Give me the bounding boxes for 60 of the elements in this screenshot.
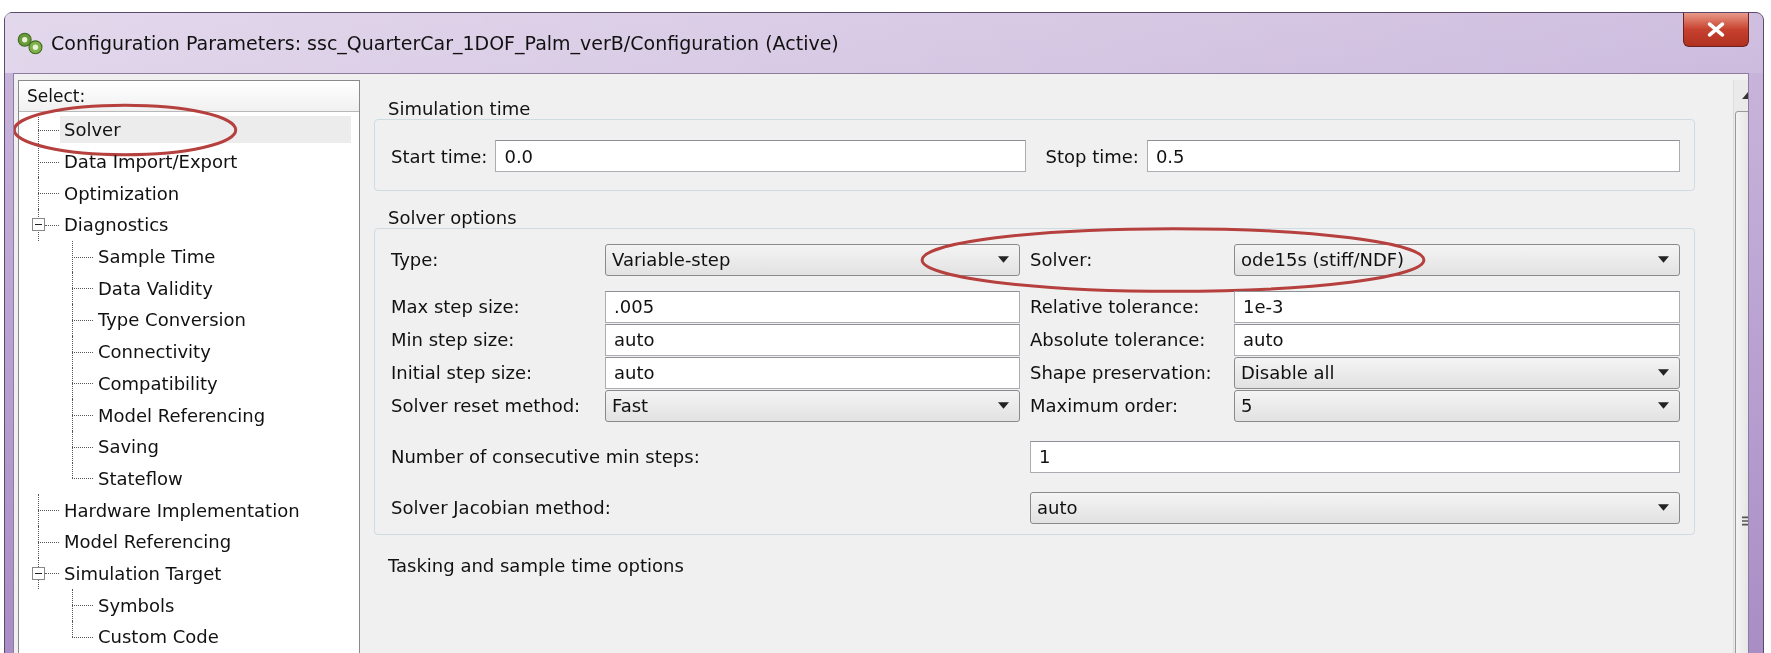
group-title: Solver options <box>387 206 518 230</box>
field-label: Type: <box>390 249 440 270</box>
gears-icon <box>15 30 43 56</box>
field-label: Absolute tolerance: <box>1029 329 1207 350</box>
dropdown[interactable]: Fast <box>605 389 1020 422</box>
input-field[interactable]: auto <box>605 356 1020 389</box>
field-label: Relative tolerance: <box>1029 296 1201 317</box>
group-title: Simulation time <box>387 97 532 121</box>
caret-icon <box>1658 256 1669 263</box>
field-label: Initial step size: <box>390 362 534 383</box>
input-field[interactable]: .005 <box>605 290 1020 323</box>
field-label: Stop time: <box>1044 145 1139 167</box>
field-label: Solver: <box>1029 249 1094 270</box>
tree-item[interactable]: Stateflow <box>94 464 187 492</box>
caret-icon <box>998 402 1009 409</box>
tree-item[interactable]: Hardware Implementation <box>60 496 304 524</box>
caret-icon <box>1658 504 1669 511</box>
tree-item[interactable]: Compatibility <box>94 369 222 397</box>
dropdown[interactable]: Variable-step <box>605 243 1020 276</box>
dropdown[interactable]: Disable all <box>1234 356 1680 389</box>
tree-item[interactable]: Saving <box>94 433 163 461</box>
input-field[interactable]: auto <box>1234 323 1680 356</box>
field-label: Maximum order: <box>1029 395 1180 416</box>
collapse-icon[interactable] <box>32 218 45 232</box>
input-field[interactable]: 0.5 <box>1146 140 1680 172</box>
tree-item[interactable]: Simulation Target <box>60 559 226 587</box>
input-field[interactable]: 1e-3 <box>1234 290 1680 323</box>
dropdown[interactable]: ode15s (stiff/NDF) <box>1234 243 1680 276</box>
input-field[interactable]: auto <box>605 323 1020 356</box>
caret-icon <box>998 256 1009 263</box>
tree-item[interactable]: Connectivity <box>94 338 215 366</box>
tree-item[interactable]: Model Referencing <box>94 401 270 429</box>
tree-item[interactable]: Data Import/Export <box>60 148 242 176</box>
field-label: Shape preservation: <box>1029 362 1213 383</box>
tree-item[interactable]: Sample Time <box>94 243 220 271</box>
tree-item[interactable]: Type Conversion <box>94 306 250 334</box>
tree-item[interactable]: Data Validity <box>94 274 217 302</box>
tree-item[interactable]: Symbols <box>94 591 179 619</box>
group-title: Tasking and sample time options <box>387 554 685 578</box>
tree-item[interactable]: Optimization <box>60 179 184 207</box>
input-field[interactable]: 1 <box>1030 440 1680 473</box>
caret-icon <box>1658 369 1669 376</box>
field-label: Solver reset method: <box>390 395 582 416</box>
collapse-icon[interactable] <box>32 566 45 580</box>
dropdown[interactable]: auto <box>1030 491 1680 524</box>
tree-item[interactable]: Diagnostics <box>60 211 173 239</box>
tree-item[interactable]: Solver <box>60 116 351 144</box>
field-label: Start time: <box>390 145 488 167</box>
tree-item[interactable]: Model Referencing <box>60 528 236 556</box>
close-button[interactable] <box>1683 13 1749 47</box>
close-icon <box>1706 21 1726 38</box>
tree-item[interactable]: Custom Code <box>94 623 223 651</box>
field-label: Number of consecutive min steps: <box>390 446 701 467</box>
field-label: Max step size: <box>390 296 521 317</box>
field-label: Solver Jacobian method: <box>390 497 612 518</box>
field-label: Min step size: <box>390 329 516 350</box>
input-field[interactable]: 0.0 <box>495 140 1026 172</box>
dropdown[interactable]: 5 <box>1234 389 1680 422</box>
window-title: Configuration Parameters: ssc_QuarterCar_1DOF_Palm_verB/Configuration (Active) <box>51 32 839 54</box>
caret-icon <box>1658 402 1669 409</box>
